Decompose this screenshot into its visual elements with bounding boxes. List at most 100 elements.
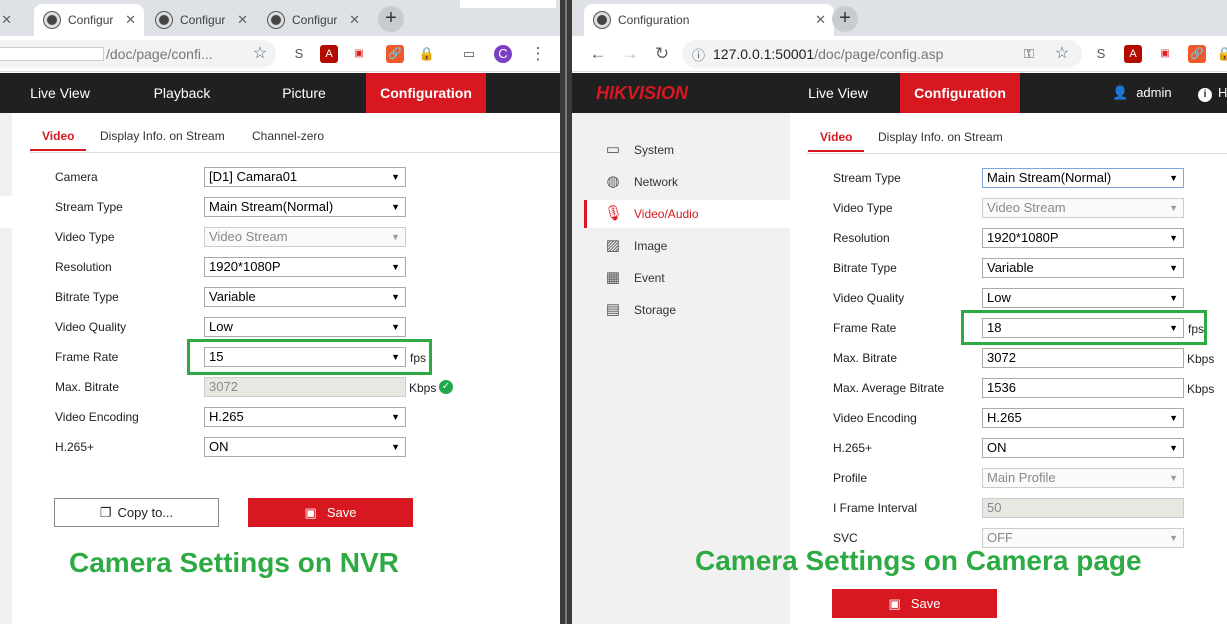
nav-live-view[interactable]: Live View xyxy=(0,73,120,113)
dropdown-arrow-icon: ▼ xyxy=(391,262,400,272)
tab-video[interactable]: Video xyxy=(807,130,866,152)
sidebar-item-video-audio[interactable]: 🎙 Video/Audio xyxy=(584,200,790,228)
field-video-encoding: Video Encoding H.265 ▼ xyxy=(833,408,1227,428)
browser-toolbar: /doc/page/confi... ☆ S A ▣ 🔗 🔒 ▭ C ⋮ xyxy=(0,36,560,72)
resolution-select[interactable]: 1920*1080P ▼ xyxy=(982,228,1184,248)
main-nav: Live View Playback Picture Configuration xyxy=(0,73,560,113)
stream-type-select[interactable]: Main Stream(Normal) ▼ xyxy=(982,168,1184,188)
select-value: [D1] Camara01 xyxy=(209,169,298,184)
nav-live-view[interactable]: Live View xyxy=(778,73,898,113)
video-encoding-select[interactable]: H.265 ▼ xyxy=(982,408,1184,428)
browser-tab[interactable]: Configur ✕ xyxy=(34,4,144,36)
select-value: ON xyxy=(987,440,1007,455)
video-type-select: Video Stream ▼ xyxy=(982,198,1184,218)
profile-avatar[interactable]: C xyxy=(494,45,512,63)
sidebar-item-network[interactable]: ◍ Network xyxy=(584,168,790,196)
link-extension-icon[interactable]: 🔗 xyxy=(1188,45,1206,63)
field-h265-plus: H.265+ ON ▼ xyxy=(55,437,415,457)
tab-display-info[interactable]: Display Info. on Stream xyxy=(878,130,1003,144)
browser-tab[interactable]: Configur ✕ xyxy=(146,4,256,36)
new-tab-button[interactable]: + xyxy=(378,6,404,32)
max-average-bitrate-input[interactable]: 1536 xyxy=(982,378,1184,398)
field-h265-plus: H.265+ ON ▼ xyxy=(833,438,1227,458)
camera-browser-window: Configuration ✕ + ← → ↻ ⓘ 127.0.0.1:5000… xyxy=(572,0,1227,624)
camera-select[interactable]: [D1] Camara01 ▼ xyxy=(204,167,406,187)
bookmark-star-icon[interactable]: ☆ xyxy=(1050,42,1074,66)
info-icon[interactable]: ⓘ xyxy=(692,45,705,64)
close-tab-icon[interactable]: ✕ xyxy=(815,12,826,28)
field-label: Video Quality xyxy=(833,291,905,305)
back-arrow-icon[interactable]: ← xyxy=(586,42,610,66)
sidebar-label: Network xyxy=(634,175,679,189)
tab-channel-zero[interactable]: Channel-zero xyxy=(252,129,324,143)
nav-configuration[interactable]: Configuration xyxy=(366,73,486,113)
pdf-extension-icon[interactable]: A xyxy=(1124,45,1142,63)
help-menu[interactable]: iH xyxy=(1198,73,1227,113)
field-label: Stream Type xyxy=(55,200,123,214)
reload-icon[interactable]: ↻ xyxy=(650,42,674,66)
dropdown-arrow-icon: ▼ xyxy=(1169,473,1178,483)
video-type-select: Video Stream ▼ xyxy=(204,227,406,247)
close-tab-icon[interactable]: ✕ xyxy=(125,12,136,28)
nav-picture[interactable]: Picture xyxy=(244,73,364,113)
globe-icon: ◍ xyxy=(606,173,620,190)
select-value: Main Stream(Normal) xyxy=(209,199,334,214)
skype-extension-icon[interactable]: S xyxy=(1092,45,1110,63)
field-stream-type: Stream Type Main Stream(Normal) ▼ xyxy=(833,168,1227,188)
skype-extension-icon[interactable]: S xyxy=(290,45,308,63)
close-tab-icon[interactable]: ✕ xyxy=(237,12,248,28)
tab-video[interactable]: Video xyxy=(29,129,88,151)
bitrate-type-select[interactable]: Variable ▼ xyxy=(982,258,1184,278)
close-tab-icon[interactable]: ✕ xyxy=(349,12,360,28)
browser-tab[interactable]: Configur ✕ xyxy=(258,4,368,36)
stream-type-select[interactable]: Main Stream(Normal) ▼ xyxy=(204,197,406,217)
h265-plus-select[interactable]: ON ▼ xyxy=(982,438,1184,458)
browser-tab[interactable]: Configuration ✕ xyxy=(584,4,834,36)
select-value: Video Stream xyxy=(209,229,288,244)
address-bar[interactable]: /doc/page/confi... xyxy=(0,40,276,68)
dropdown-arrow-icon: ▼ xyxy=(1169,413,1178,423)
sidebar-item-storage[interactable]: ▤ Storage xyxy=(584,296,790,324)
copy-to-button[interactable]: ❐ Copy to... xyxy=(54,498,219,527)
dropdown-arrow-icon: ▼ xyxy=(1169,233,1178,243)
cast-icon[interactable]: ▭ xyxy=(460,45,478,63)
select-value: H.265 xyxy=(987,410,1022,425)
sidebar-item-image[interactable]: ▨ Image xyxy=(584,232,790,260)
video-quality-select[interactable]: Low ▼ xyxy=(204,317,406,337)
field-video-type: Video Type Video Stream ▼ xyxy=(55,227,415,247)
lock-extension-icon[interactable]: 🔒 xyxy=(1216,45,1227,63)
resolution-select[interactable]: 1920*1080P ▼ xyxy=(204,257,406,277)
content-tabs: Video Display Info. on Stream Channel-ze… xyxy=(29,123,560,153)
close-tab-icon[interactable]: ✕ xyxy=(1,12,12,28)
video-quality-select[interactable]: Low ▼ xyxy=(982,288,1184,308)
bookmark-star-icon[interactable]: ☆ xyxy=(248,42,272,66)
video-encoding-select[interactable]: H.265 ▼ xyxy=(204,407,406,427)
browser-tab-partial[interactable]: ✕ xyxy=(0,4,20,36)
new-tab-button[interactable]: + xyxy=(832,6,858,32)
bitrate-type-select[interactable]: Variable ▼ xyxy=(204,287,406,307)
max-bitrate-input[interactable]: 3072 xyxy=(982,348,1184,368)
nav-configuration[interactable]: Configuration xyxy=(900,73,1020,113)
lock-extension-icon[interactable]: 🔒 xyxy=(418,45,436,63)
abp-extension-icon[interactable]: ▣ xyxy=(350,45,368,63)
sidebar-item-event[interactable]: ▦ Event xyxy=(584,264,790,292)
field-i-frame-interval: I Frame Interval 50 xyxy=(833,498,1227,518)
menu-kebab-icon[interactable]: ⋮ xyxy=(526,42,550,66)
save-button[interactable]: ▣ Save xyxy=(832,589,997,618)
abp-extension-icon[interactable]: ▣ xyxy=(1156,45,1174,63)
sidebar-item-system[interactable]: ▭ System xyxy=(584,136,790,164)
nav-playback[interactable]: Playback xyxy=(122,73,242,113)
url-path: /doc/page/confi... xyxy=(106,46,213,62)
browser-toolbar: ← → ↻ ⓘ 127.0.0.1:50001/doc/page/config.… xyxy=(572,36,1227,72)
window-divider xyxy=(560,0,572,624)
field-label: Bitrate Type xyxy=(55,290,119,304)
user-menu[interactable]: 👤 admin xyxy=(1112,73,1192,113)
pdf-extension-icon[interactable]: A xyxy=(320,45,338,63)
h265-plus-select[interactable]: ON ▼ xyxy=(204,437,406,457)
tab-display-info[interactable]: Display Info. on Stream xyxy=(100,129,225,143)
link-extension-icon[interactable]: 🔗 xyxy=(386,45,404,63)
floppy-disk-icon: ▣ xyxy=(304,504,317,520)
save-button[interactable]: ▣ Save xyxy=(248,498,413,527)
key-icon[interactable]: ⚿ xyxy=(1020,45,1038,63)
profile-select: Main Profile ▼ xyxy=(982,468,1184,488)
